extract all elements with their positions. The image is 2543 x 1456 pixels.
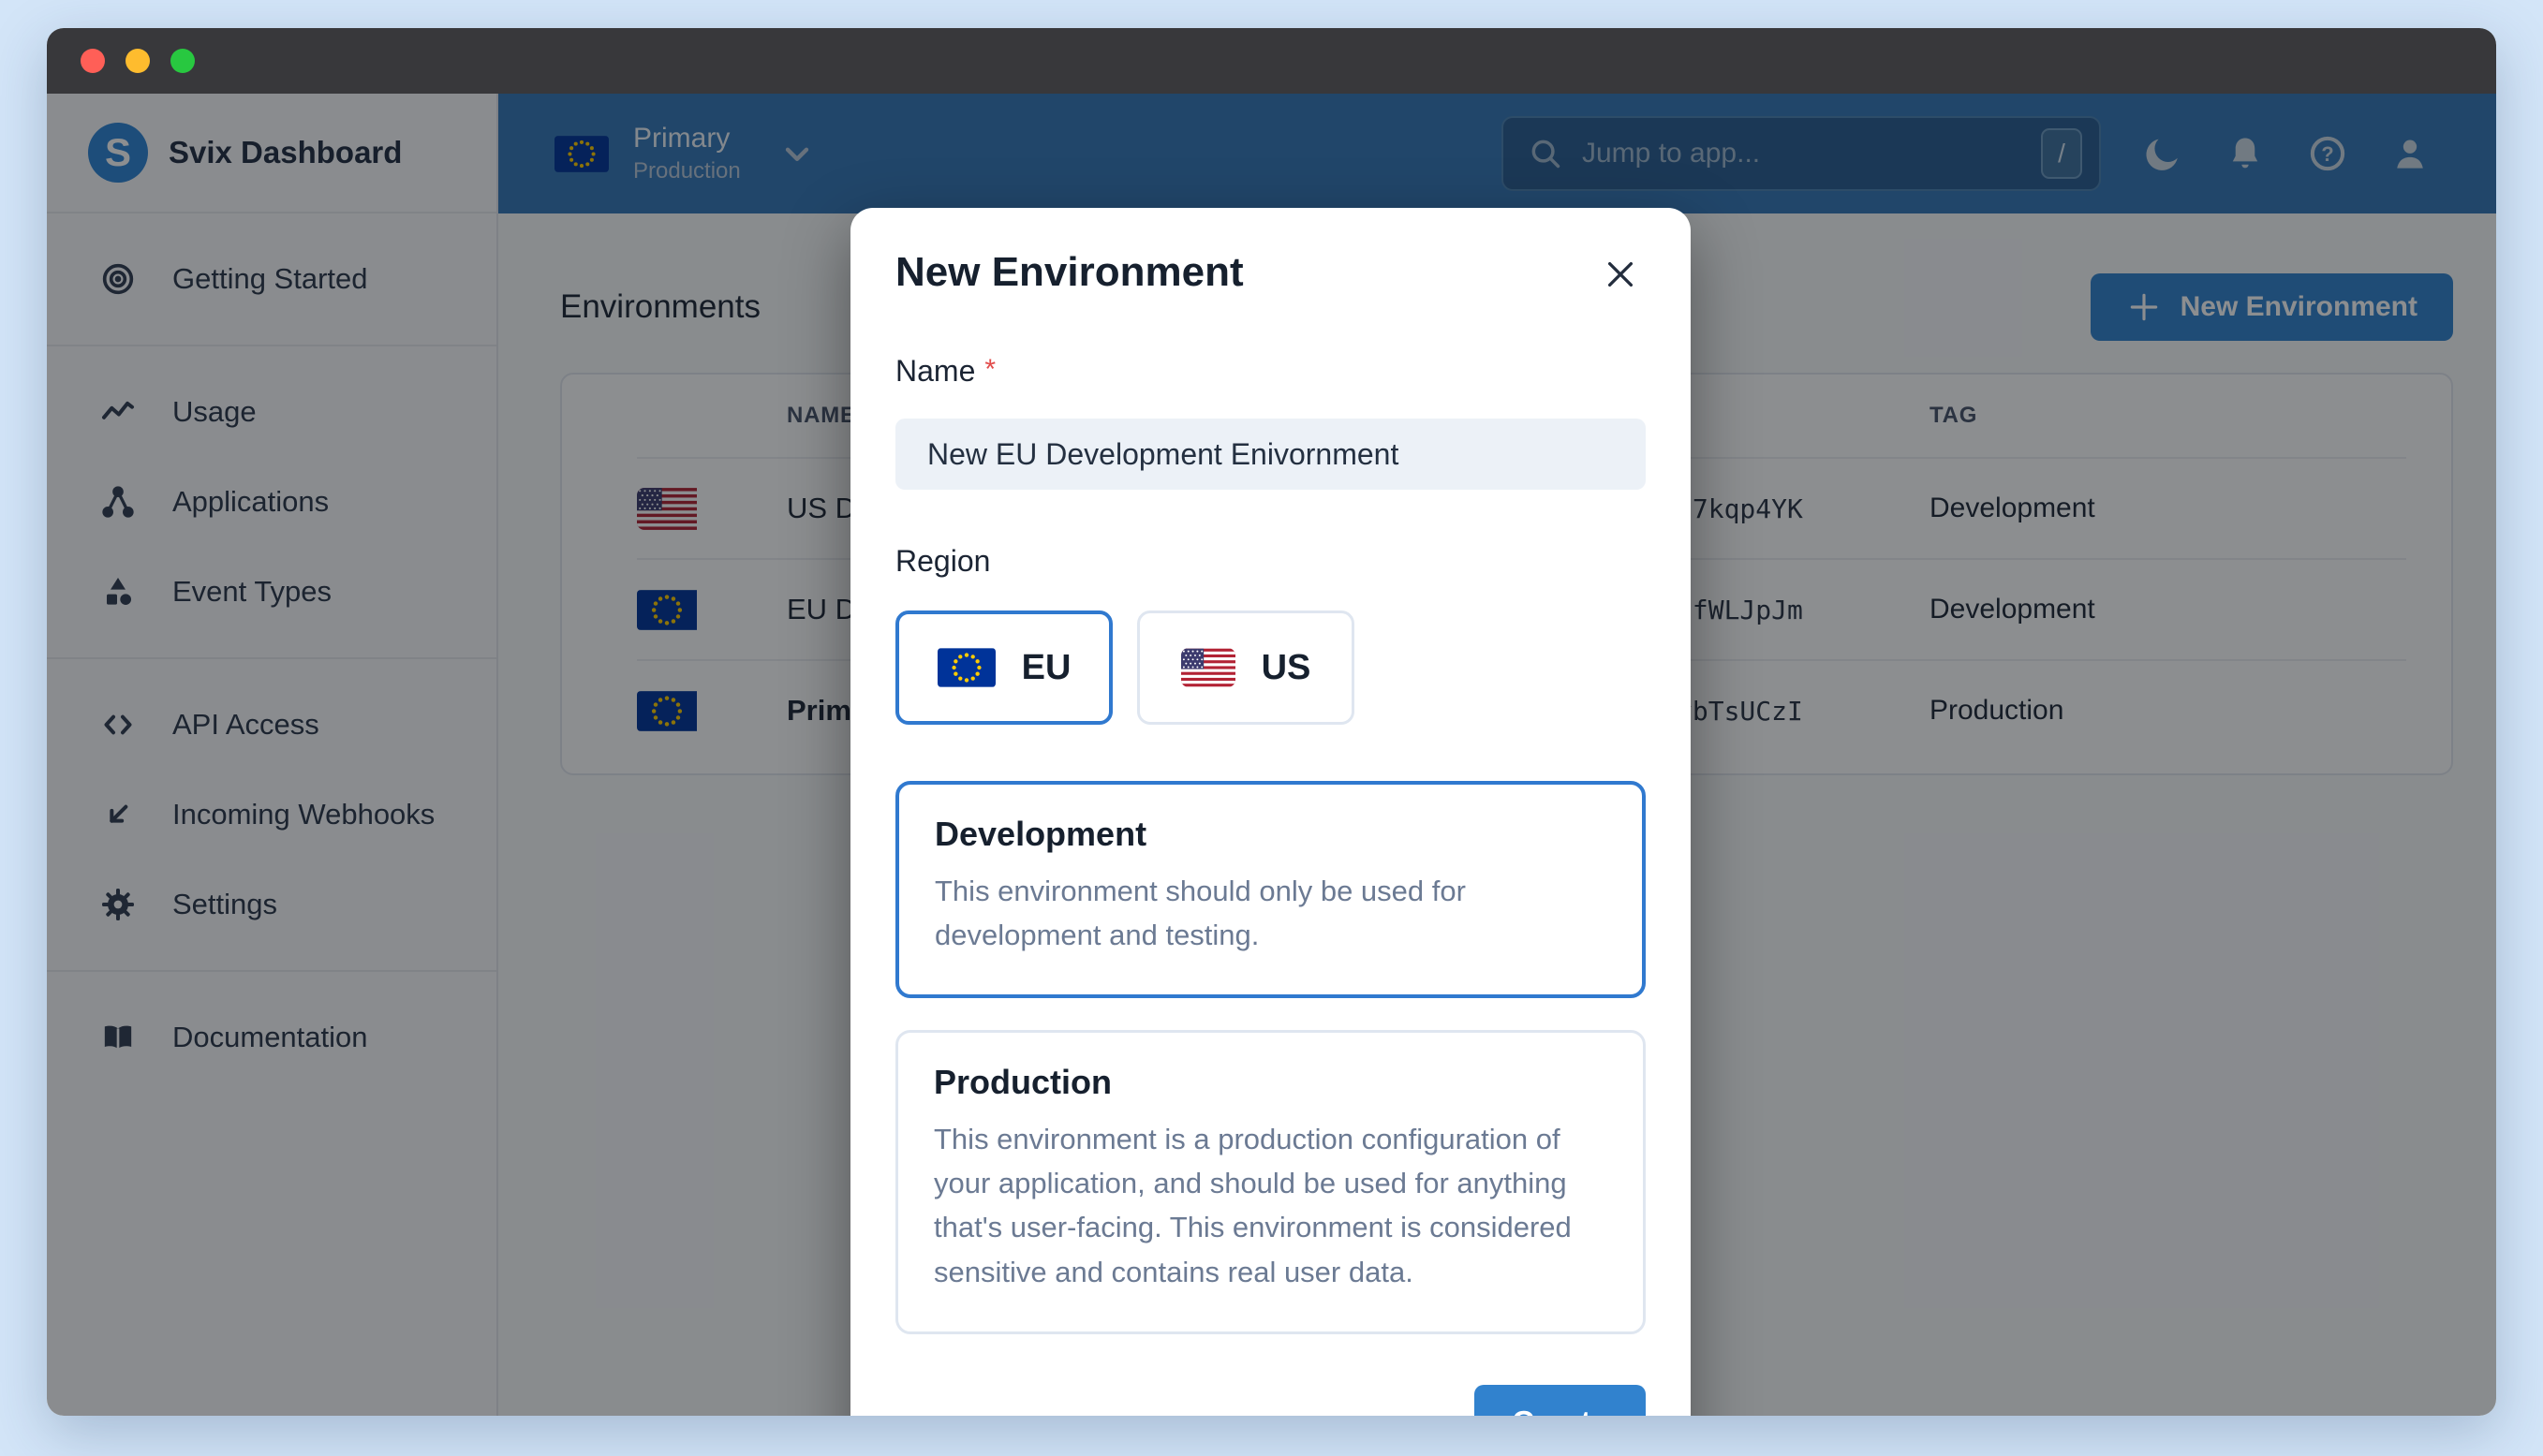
new-environment-modal: New Environment Name * Region EU <box>850 208 1691 1416</box>
app-window: S Svix Dashboard Getting Started Usage A… <box>47 28 2496 1416</box>
name-field-label: Name * <box>895 354 1646 389</box>
zoom-window-button[interactable] <box>170 49 195 73</box>
region-field-label: Region <box>895 544 1646 579</box>
environment-name-input[interactable] <box>895 419 1646 490</box>
region-option-label: EU <box>1021 647 1072 687</box>
env-type-title: Development <box>935 815 1147 853</box>
required-marker: * <box>984 354 997 385</box>
region-option-us[interactable]: US <box>1137 610 1354 725</box>
us-flag-icon <box>1180 648 1235 687</box>
env-type-title: Production <box>934 1063 1112 1102</box>
eu-flag-icon <box>937 648 996 687</box>
env-type-option-development[interactable]: Development This environment should only… <box>895 781 1646 999</box>
close-icon <box>1601 255 1640 294</box>
close-window-button[interactable] <box>81 49 105 73</box>
env-type-description: This environment is a production configu… <box>934 1123 1572 1288</box>
env-type-description: This environment should only be used for… <box>935 875 1466 952</box>
region-option-eu[interactable]: EU <box>895 610 1113 725</box>
env-type-option-production[interactable]: Production This environment is a product… <box>895 1030 1646 1334</box>
create-button[interactable]: Create <box>1474 1384 1646 1416</box>
modal-close-button[interactable] <box>1595 249 1646 300</box>
window-titlebar <box>47 28 2496 94</box>
minimize-window-button[interactable] <box>126 49 150 73</box>
region-option-label: US <box>1261 647 1311 687</box>
modal-title: New Environment <box>895 249 1244 295</box>
region-label-text: Region <box>895 544 991 578</box>
name-label-text: Name <box>895 354 976 388</box>
